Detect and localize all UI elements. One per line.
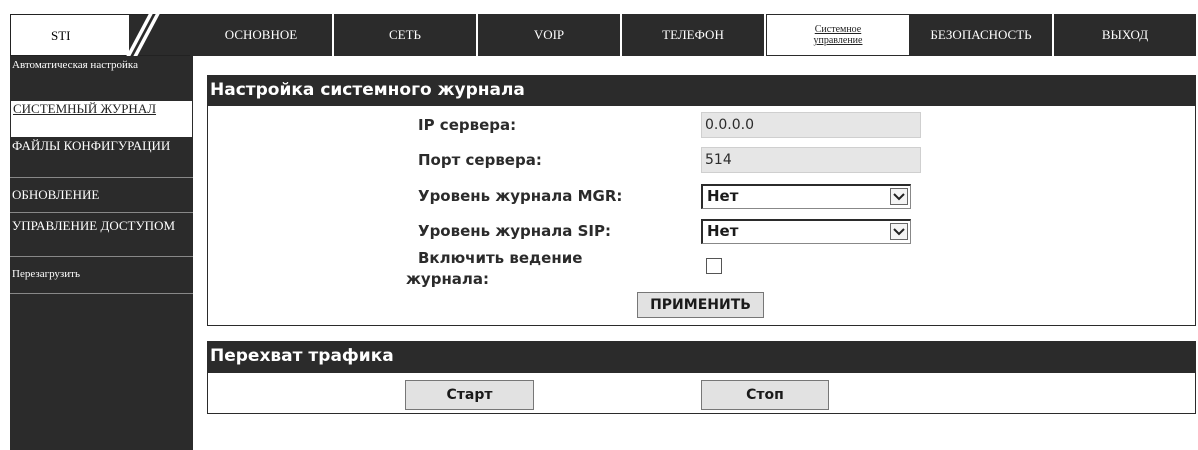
tab-label: ВЫХОД bbox=[1101, 27, 1149, 42]
start-capture-button[interactable]: Старт bbox=[405, 380, 534, 410]
apply-button[interactable]: ПРИМЕНИТЬ bbox=[637, 292, 764, 318]
tab-phone[interactable]: ТЕЛЕФОН bbox=[622, 14, 766, 56]
tab-system-management[interactable]: Системное управление bbox=[766, 14, 910, 56]
sidebar-item-label: ОБНОВЛЕНИЕ bbox=[12, 187, 100, 202]
tab-label: ОСНОВНОЕ bbox=[224, 27, 298, 42]
sidebar-item-auto-provisioning[interactable]: Автоматическая настройка bbox=[10, 58, 193, 102]
server-ip-field[interactable]: 0.0.0.0 bbox=[701, 112, 921, 138]
brand-logo: STI bbox=[10, 11, 191, 61]
mgr-log-level-select[interactable]: Нет bbox=[701, 184, 911, 209]
server-port-label: Порт сервера: bbox=[418, 151, 542, 169]
sidebar-item-access-control[interactable]: УПРАВЛЕНИЕ ДОСТУПОМ bbox=[10, 215, 193, 257]
tab-label: СЕТЬ bbox=[388, 27, 422, 42]
enable-logging-checkbox[interactable] bbox=[706, 258, 722, 274]
panel-title-text: Перехват трафика bbox=[210, 346, 394, 366]
enable-logging-label-line1: Включить ведение bbox=[418, 249, 583, 267]
tab-voip[interactable]: VOIP bbox=[478, 14, 622, 56]
syslog-panel-title: Настройка системного журнала bbox=[207, 75, 1196, 105]
sidebar-item-label: ФАЙЛЫ КОНФИГУРАЦИИ bbox=[12, 138, 171, 153]
tab-label: Системное управление bbox=[813, 24, 863, 46]
sidebar-item-syslog[interactable]: СИСТЕМНЫЙ ЖУРНАЛ bbox=[10, 100, 193, 138]
tab-logout[interactable]: ВЫХОД bbox=[1054, 14, 1196, 56]
sip-log-level-select[interactable]: Нет bbox=[701, 219, 911, 244]
mgr-log-level-value: Нет bbox=[707, 187, 739, 205]
sidebar-item-reboot[interactable]: Перезагрузить bbox=[10, 259, 193, 294]
tab-label: VOIP bbox=[533, 27, 565, 42]
chevron-down-icon bbox=[890, 223, 908, 240]
mgr-log-level-label: Уровень журнала MGR: bbox=[418, 187, 623, 205]
logo-graphic bbox=[123, 11, 191, 61]
panel-title-text: Настройка системного журнала bbox=[210, 80, 525, 100]
tab-network[interactable]: СЕТЬ bbox=[334, 14, 478, 56]
sidebar-item-config-files[interactable]: ФАЙЛЫ КОНФИГУРАЦИИ bbox=[10, 138, 193, 178]
sidebar-item-label: Автоматическая настройка bbox=[12, 59, 138, 71]
sidebar-item-label: СИСТЕМНЫЙ ЖУРНАЛ bbox=[13, 101, 157, 116]
top-nav: ОСНОВНОЕ СЕТЬ VOIP ТЕЛЕФОН Системное упр… bbox=[190, 14, 1196, 56]
sip-log-level-value: Нет bbox=[707, 222, 739, 240]
logo-text: STI bbox=[51, 28, 71, 43]
enable-logging-label-line2: журнала: bbox=[406, 270, 490, 288]
apply-button-label: ПРИМЕНИТЬ bbox=[650, 297, 751, 313]
server-ip-label: IP сервера: bbox=[418, 116, 517, 134]
stop-button-label: Стоп bbox=[746, 387, 784, 403]
tab-security[interactable]: БЕЗОПАСНОСТЬ bbox=[910, 14, 1054, 56]
sidebar-item-label: Перезагрузить bbox=[12, 268, 80, 280]
chevron-down-icon bbox=[890, 188, 908, 205]
tab-basic[interactable]: ОСНОВНОЕ bbox=[190, 14, 334, 56]
stop-capture-button[interactable]: Стоп bbox=[701, 380, 829, 410]
sip-log-level-label: Уровень журнала SIP: bbox=[418, 222, 611, 240]
server-ip-value: 0.0.0.0 bbox=[705, 117, 754, 133]
sidebar-item-upgrade[interactable]: ОБНОВЛЕНИЕ bbox=[10, 180, 193, 213]
sidebar: Автоматическая настройка СИСТЕМНЫЙ ЖУРНА… bbox=[10, 56, 193, 450]
tab-label: ТЕЛЕФОН bbox=[662, 27, 724, 42]
capture-panel-title: Перехват трафика bbox=[207, 341, 1196, 372]
start-button-label: Старт bbox=[446, 387, 493, 403]
server-port-value: 514 bbox=[705, 152, 732, 168]
sidebar-item-label: УПРАВЛЕНИЕ ДОСТУПОМ bbox=[12, 218, 176, 233]
tab-label: БЕЗОПАСНОСТЬ bbox=[930, 27, 1032, 42]
server-port-field[interactable]: 514 bbox=[701, 147, 921, 173]
logo-stripe bbox=[123, 11, 155, 61]
